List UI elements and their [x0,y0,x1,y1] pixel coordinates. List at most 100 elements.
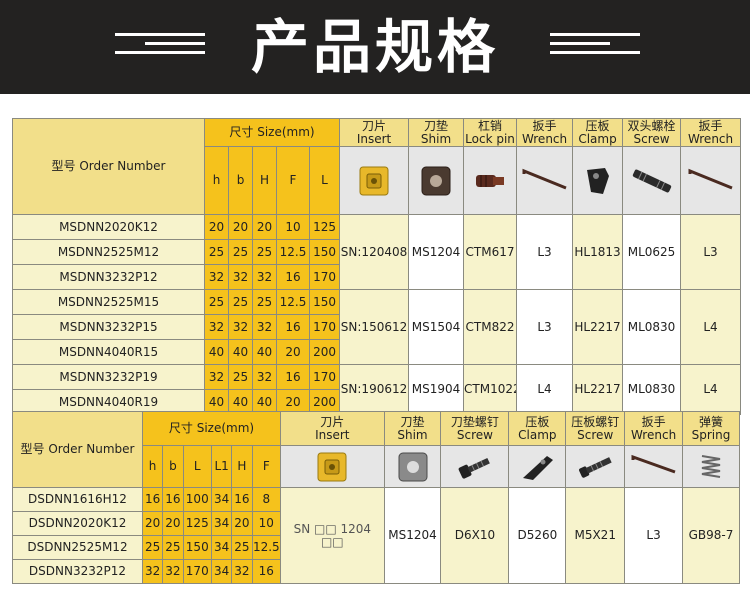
wrench-icon [688,168,733,189]
dim-cell: 25 [204,239,229,265]
clamp-code: HL1813 [572,214,624,290]
lock-pin-image [463,146,518,215]
dim-cell: 12.5 [276,239,310,265]
insert-code: SN □□ 1204 □□ [280,487,385,584]
lock-pin-code: CTM822 [463,289,518,365]
part-header-insert: 刀片 Insert [280,411,385,446]
dim-cell: 32 [141,559,164,584]
shim-code: MS1204 [383,487,442,584]
insert-image [280,445,385,488]
dim-header: L [182,445,212,488]
dim-cell: 40 [204,339,229,365]
dim-cell: 25 [252,239,277,265]
dim-cell: 34 [210,559,233,584]
dim-header: h [204,146,229,215]
dim-header: H [252,146,277,215]
dim-cell: 32 [252,364,277,390]
spec-table-dsdnn: 型号 Order Number 尺寸 Size(mm) 刀片 Insert 刀垫 S… [12,411,740,584]
part-header-shim: 刀垫 Shim [408,118,465,147]
part-header-wrench-2: 扳手 Wrench [680,118,742,147]
dim-header: F [251,445,282,488]
part-header-screw: 双头螺栓 Screw [622,118,682,147]
screw-code: ML0830 [622,289,682,365]
dim-cell: 25 [141,535,164,560]
part-header-lock-pin: 杠销 Lock pin [463,118,518,147]
insert-icon [317,452,347,481]
model-cell: MSDNN2020K12 [12,214,205,240]
shim-image [408,146,465,215]
dim-cell: 150 [308,289,341,315]
wrench-code-2: L4 [680,364,742,415]
lock-pin-code: CTM617 [463,214,518,290]
insert-image [339,146,410,215]
clamp-image [508,445,567,488]
dim-cell: 170 [308,264,341,290]
wrench-code-2: L4 [680,289,742,365]
dim-cell: 12.5 [276,289,310,315]
dim-cell: 32 [204,364,229,390]
dim-header: b [228,146,253,215]
wrench-icon [631,454,676,473]
wrench-code: L3 [624,487,684,584]
dim-cell: 16 [231,487,253,512]
clamp-screw-code: M5X21 [565,487,626,584]
model-cell: DSDNN3232P12 [12,559,143,584]
insert-code: SN:120408 [339,214,410,290]
part-header-wrench: 扳手 Wrench [516,118,574,147]
dim-header: L [308,146,341,215]
dim-cell: 170 [308,314,341,340]
dim-cell: 100 [182,487,212,512]
dim-cell: 20 [204,214,229,240]
spring-icon [701,454,721,478]
dim-header: L1 [210,445,233,488]
spring-image [682,445,740,488]
dim-cell: 34 [210,535,233,560]
dim-cell: 34 [210,487,233,512]
dim-cell: 170 [308,364,341,390]
model-cell: MSDNN3232P19 [12,364,205,390]
title-decoration-right [550,33,640,55]
clamp-screw-image [565,445,626,488]
dim-cell: 20 [228,214,253,240]
screw-icon [632,169,671,192]
spec-table-msdnn: 型号 Order Number 尺寸 Size(mm) 刀片 Insert 刀垫 S… [12,118,742,415]
wrench-code: L3 [516,289,574,365]
wrench-icon [522,168,567,189]
dim-cell: 8 [251,487,282,512]
wrench-code-2: L3 [680,214,742,290]
model-cell: MSDNN3232P15 [12,314,205,340]
dim-cell: 10 [276,214,310,240]
part-header-clamp: 压板 Clamp [572,118,624,147]
dim-cell: 20 [276,339,310,365]
dim-cell: 32 [252,264,277,290]
dim-header: h [141,445,164,488]
dim-cell: 34 [210,511,233,536]
insert-code: SN:190612 [339,364,410,415]
dim-cell: 16 [162,487,184,512]
dim-cell: 25 [228,364,253,390]
dim-cell: 32 [204,314,229,340]
dim-cell: 25 [252,289,277,315]
dim-cell: 20 [141,511,164,536]
dim-cell: 10 [251,511,282,536]
screw-icon [458,457,490,479]
dim-cell: 32 [231,559,253,584]
wrench-image [516,146,574,215]
dim-cell: 12.5 [251,535,282,560]
clamp-code: D5260 [508,487,567,584]
model-cell: MSDNN2525M15 [12,289,205,315]
dim-cell: 170 [182,559,212,584]
screw-code: ML0830 [622,364,682,415]
lock-pin-icon [476,174,505,187]
dim-header: b [162,445,184,488]
dim-cell: 32 [162,559,184,584]
dim-cell: 150 [182,535,212,560]
dim-cell: 25 [162,535,184,560]
shim-screw-image [440,445,510,488]
dim-cell: 16 [276,264,310,290]
shim-image [383,445,442,488]
clamp-code: HL2217 [572,289,624,365]
part-header-insert: 刀片 Insert [339,118,410,147]
dim-cell: 20 [231,511,253,536]
insert-icon [359,166,389,195]
